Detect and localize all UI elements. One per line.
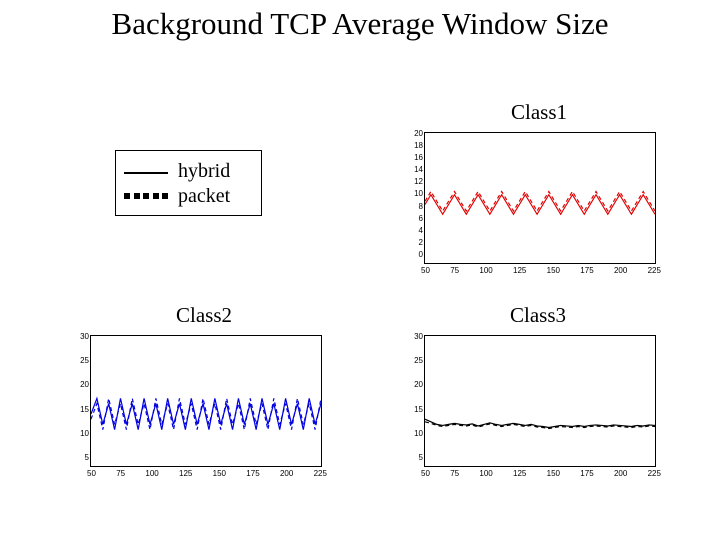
x-axis-ticks: 5075100125150175200225 bbox=[421, 266, 661, 275]
dashed-line-icon bbox=[124, 187, 168, 207]
chart-class1: 20181614121086420 5075100125150175200225 bbox=[424, 132, 656, 264]
slide-title: Background TCP Average Window Size bbox=[40, 6, 680, 42]
legend-row-packet: packet bbox=[124, 185, 230, 208]
plot-area bbox=[91, 336, 321, 466]
chart-class3: 30252015105 5075100125150175200225 bbox=[424, 335, 656, 467]
y-axis-ticks: 30252015105 bbox=[409, 332, 423, 462]
chart-label-class1: Class1 bbox=[511, 100, 567, 125]
legend-label-hybrid: hybrid bbox=[178, 160, 230, 183]
y-axis-ticks: 20181614121086420 bbox=[409, 129, 423, 259]
x-axis-ticks: 5075100125150175200225 bbox=[87, 469, 327, 478]
solid-line-icon bbox=[124, 162, 168, 182]
plot-area bbox=[425, 133, 655, 263]
plot-area bbox=[425, 336, 655, 466]
legend-label-packet: packet bbox=[178, 185, 230, 208]
chart-label-class3: Class3 bbox=[510, 303, 566, 328]
chart-label-class2: Class2 bbox=[176, 303, 232, 328]
legend: hybrid packet bbox=[115, 150, 262, 216]
y-axis-ticks: 30252015105 bbox=[75, 332, 89, 462]
legend-row-hybrid: hybrid bbox=[124, 160, 230, 183]
chart-class2: 30252015105 5075100125150175200225 bbox=[90, 335, 322, 467]
x-axis-ticks: 5075100125150175200225 bbox=[421, 469, 661, 478]
